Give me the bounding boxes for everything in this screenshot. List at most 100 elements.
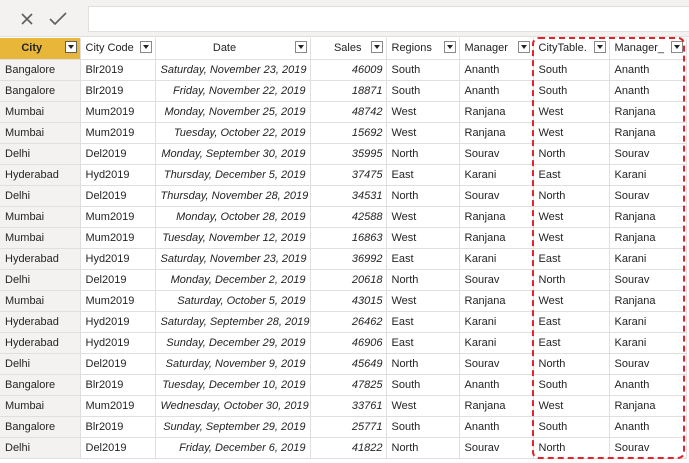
cell-regions[interactable]: West bbox=[386, 101, 460, 123]
cell-city-code[interactable]: Blr2019 bbox=[80, 59, 156, 81]
cell-manager[interactable]: Ananth bbox=[459, 80, 534, 102]
cell-citytable[interactable]: West bbox=[533, 395, 610, 417]
cell-manager[interactable]: Ananth bbox=[459, 59, 534, 81]
cell-date[interactable]: Thursday, November 28, 2019 bbox=[155, 185, 311, 207]
cell-date[interactable]: Saturday, November 23, 2019 bbox=[155, 59, 311, 81]
cell-sales[interactable]: 25771 bbox=[310, 416, 387, 438]
cell-citytable[interactable]: North bbox=[533, 143, 610, 165]
cell-sales[interactable]: 41822 bbox=[310, 437, 387, 459]
cell-regions[interactable]: North bbox=[386, 185, 460, 207]
cell-city-code[interactable]: Mum2019 bbox=[80, 122, 156, 144]
cell-city[interactable]: Delhi bbox=[0, 143, 81, 165]
cell-citytable[interactable]: East bbox=[533, 248, 610, 270]
cell-date[interactable]: Thursday, December 5, 2019 bbox=[155, 164, 311, 186]
column-header-regions[interactable]: Regions bbox=[386, 38, 460, 60]
cell-date[interactable]: Monday, November 25, 2019 bbox=[155, 101, 311, 123]
cell-regions[interactable]: South bbox=[386, 374, 460, 396]
cell-city-code[interactable]: Hyd2019 bbox=[80, 164, 156, 186]
cell-manager[interactable]: Karani bbox=[459, 311, 534, 333]
cell-sales[interactable]: 42588 bbox=[310, 206, 387, 228]
cell-city[interactable]: Hyderabad bbox=[0, 332, 81, 354]
cell-citytable[interactable]: West bbox=[533, 290, 610, 312]
cell-regions[interactable]: South bbox=[386, 80, 460, 102]
cell-citytable[interactable]: East bbox=[533, 164, 610, 186]
cell-sales[interactable]: 16863 bbox=[310, 227, 387, 249]
cell-regions[interactable]: South bbox=[386, 416, 460, 438]
cell-sales[interactable]: 20618 bbox=[310, 269, 387, 291]
cell-citytable[interactable]: West bbox=[533, 101, 610, 123]
cell-regions[interactable]: East bbox=[386, 164, 460, 186]
cell-citytable[interactable]: East bbox=[533, 311, 610, 333]
cell-citytable[interactable]: West bbox=[533, 206, 610, 228]
cell-date[interactable]: Saturday, September 28, 2019 bbox=[155, 311, 311, 333]
cell-sales[interactable]: 35995 bbox=[310, 143, 387, 165]
cell-manager[interactable]: Ananth bbox=[459, 416, 534, 438]
cell-sales[interactable]: 45649 bbox=[310, 353, 387, 375]
cell-city-code[interactable]: Del2019 bbox=[80, 353, 156, 375]
cell-citytable[interactable]: South bbox=[533, 59, 610, 81]
cell-city[interactable]: Hyderabad bbox=[0, 248, 81, 270]
column-header-city-code[interactable]: City Code bbox=[80, 38, 156, 60]
column-header-manager-lookup[interactable]: Manager_ bbox=[609, 38, 687, 60]
cell-city-code[interactable]: Mum2019 bbox=[80, 290, 156, 312]
cell-sales[interactable]: 36992 bbox=[310, 248, 387, 270]
cell-sales[interactable]: 37475 bbox=[310, 164, 387, 186]
cell-date[interactable]: Saturday, November 9, 2019 bbox=[155, 353, 311, 375]
cell-manager[interactable]: Ranjana bbox=[459, 206, 534, 228]
cell-citytable[interactable]: North bbox=[533, 269, 610, 291]
cell-manager[interactable]: Ranjana bbox=[459, 395, 534, 417]
filter-dropdown-button[interactable] bbox=[593, 41, 606, 53]
cell-manager[interactable]: Ranjana bbox=[459, 122, 534, 144]
cell-city[interactable]: Delhi bbox=[0, 185, 81, 207]
cell-manager[interactable]: Karani bbox=[459, 248, 534, 270]
cell-manager[interactable]: Sourav bbox=[459, 269, 534, 291]
cell-city-code[interactable]: Mum2019 bbox=[80, 206, 156, 228]
cell-manager[interactable]: Sourav bbox=[459, 185, 534, 207]
cell-city[interactable]: Delhi bbox=[0, 269, 81, 291]
commit-button[interactable] bbox=[45, 7, 71, 31]
cell-manager[interactable]: Sourav bbox=[459, 353, 534, 375]
column-header-date[interactable]: Date bbox=[155, 38, 311, 60]
cell-manager-lookup[interactable]: Ranjana bbox=[609, 206, 687, 228]
cell-city[interactable]: Bangalore bbox=[0, 80, 81, 102]
cell-manager-lookup[interactable]: Karani bbox=[609, 311, 687, 333]
cell-date[interactable]: Tuesday, November 12, 2019 bbox=[155, 227, 311, 249]
cell-manager-lookup[interactable]: Ananth bbox=[609, 80, 687, 102]
formula-input[interactable] bbox=[88, 6, 689, 32]
cell-sales[interactable]: 43015 bbox=[310, 290, 387, 312]
cell-citytable[interactable]: South bbox=[533, 374, 610, 396]
cell-manager-lookup[interactable]: Ananth bbox=[609, 374, 687, 396]
cell-regions[interactable]: North bbox=[386, 437, 460, 459]
cell-regions[interactable]: North bbox=[386, 269, 460, 291]
cell-sales[interactable]: 47825 bbox=[310, 374, 387, 396]
cell-regions[interactable]: South bbox=[386, 59, 460, 81]
filter-dropdown-button[interactable] bbox=[517, 41, 530, 53]
cell-regions[interactable]: East bbox=[386, 332, 460, 354]
cell-city[interactable]: Mumbai bbox=[0, 227, 81, 249]
cell-date[interactable]: Wednesday, October 30, 2019 bbox=[155, 395, 311, 417]
cell-city[interactable]: Hyderabad bbox=[0, 164, 81, 186]
cell-manager-lookup[interactable]: Karani bbox=[609, 332, 687, 354]
cell-sales[interactable]: 18871 bbox=[310, 80, 387, 102]
cell-sales[interactable]: 15692 bbox=[310, 122, 387, 144]
cell-manager-lookup[interactable]: Karani bbox=[609, 164, 687, 186]
cell-city-code[interactable]: Mum2019 bbox=[80, 101, 156, 123]
cell-regions[interactable]: West bbox=[386, 227, 460, 249]
cell-date[interactable]: Sunday, December 29, 2019 bbox=[155, 332, 311, 354]
cell-citytable[interactable]: West bbox=[533, 122, 610, 144]
cell-regions[interactable]: West bbox=[386, 395, 460, 417]
cell-date[interactable]: Monday, September 30, 2019 bbox=[155, 143, 311, 165]
cell-citytable[interactable]: South bbox=[533, 80, 610, 102]
cell-manager[interactable]: Karani bbox=[459, 332, 534, 354]
cell-city[interactable]: Mumbai bbox=[0, 206, 81, 228]
cell-city-code[interactable]: Hyd2019 bbox=[80, 332, 156, 354]
cell-citytable[interactable]: North bbox=[533, 185, 610, 207]
filter-dropdown-button[interactable] bbox=[443, 41, 456, 53]
cell-city-code[interactable]: Mum2019 bbox=[80, 395, 156, 417]
cell-manager-lookup[interactable]: Ranjana bbox=[609, 395, 687, 417]
cell-sales[interactable]: 34531 bbox=[310, 185, 387, 207]
cell-sales[interactable]: 46009 bbox=[310, 59, 387, 81]
cell-regions[interactable]: West bbox=[386, 290, 460, 312]
cell-date[interactable]: Tuesday, December 10, 2019 bbox=[155, 374, 311, 396]
cell-date[interactable]: Friday, November 22, 2019 bbox=[155, 80, 311, 102]
